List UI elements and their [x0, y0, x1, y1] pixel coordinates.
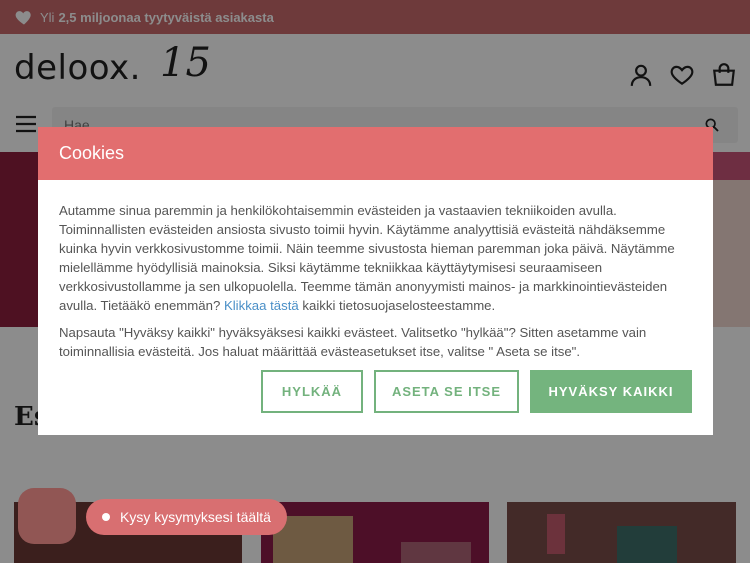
cookie-text-1: Autamme sinua paremmin ja henkilökohtais… — [59, 203, 675, 313]
custom-settings-button[interactable]: ASETA SE ITSE — [374, 370, 519, 413]
cookie-instructions: Napsauta "Hyväksy kaikki" hyväksyäksesi … — [59, 325, 647, 359]
cookie-buttons: HYLKÄÄ ASETA SE ITSE HYVÄKSY KAIKKI — [261, 370, 692, 413]
chat-launcher-button[interactable] — [18, 488, 76, 544]
cookie-dialog: Cookies Autamme sinua paremmin ja henkil… — [38, 127, 713, 435]
chat-status-dot — [102, 513, 110, 521]
privacy-link[interactable]: Klikkaa tästä — [224, 298, 299, 313]
cookie-description: Autamme sinua paremmin ja henkilökohtais… — [59, 201, 692, 315]
chat-prompt-button[interactable]: Kysy kysymyksesi täältä — [86, 499, 287, 535]
cookie-dialog-title: Cookies — [38, 127, 713, 180]
chat-prompt-label: Kysy kysymyksesi täältä — [120, 509, 271, 525]
cookie-dialog-body: Autamme sinua paremmin ja henkilökohtais… — [38, 180, 713, 361]
cookie-text-2: kaikki tietosuojaselosteestamme. — [302, 298, 496, 313]
reject-button[interactable]: HYLKÄÄ — [261, 370, 363, 413]
accept-all-button[interactable]: HYVÄKSY KAIKKI — [530, 370, 692, 413]
